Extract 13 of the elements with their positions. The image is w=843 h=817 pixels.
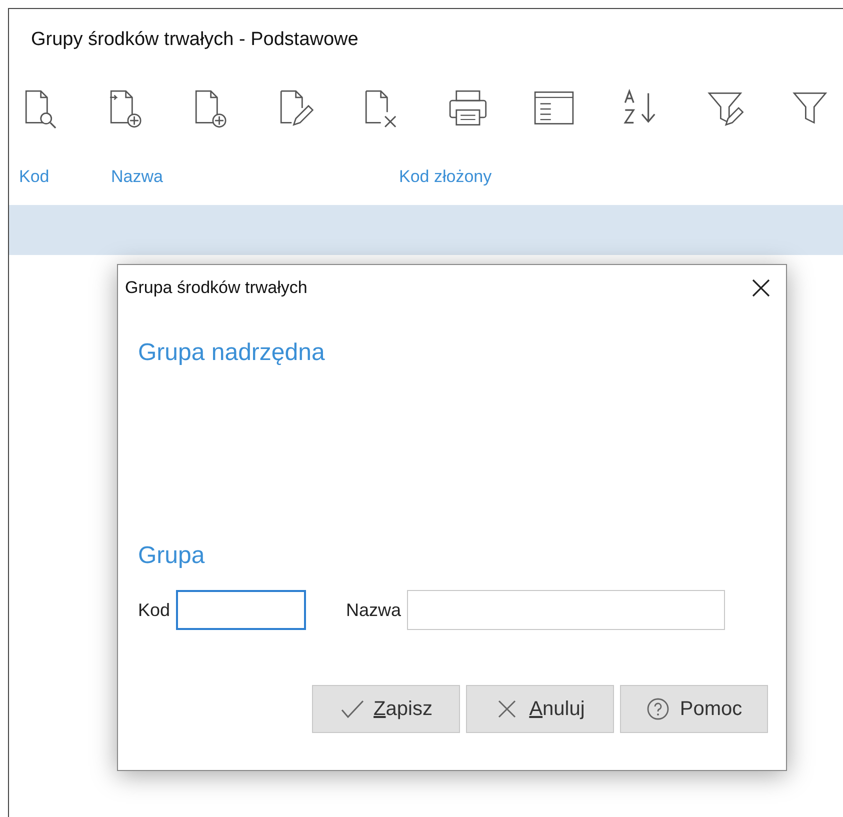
help-button[interactable]: Pomoc [620, 685, 768, 733]
close-icon[interactable] [750, 277, 772, 299]
field-label: Nazwa [346, 600, 402, 620]
dialog-title: Grupa środków trwałych [125, 278, 308, 298]
input-field[interactable] [176, 590, 306, 630]
window-title: Grupy środków trwałych - Podstawowe [30, 28, 360, 52]
help-icon [646, 697, 670, 721]
field-label: Kod [138, 600, 170, 620]
section-heading: Grupa [138, 542, 206, 570]
input-field[interactable] [407, 590, 726, 630]
cancel-button[interactable]: Anuluj [466, 685, 614, 733]
save-button[interactable]: Zapisz [312, 685, 460, 733]
section-heading: Grupa nadrzędna [138, 339, 326, 367]
